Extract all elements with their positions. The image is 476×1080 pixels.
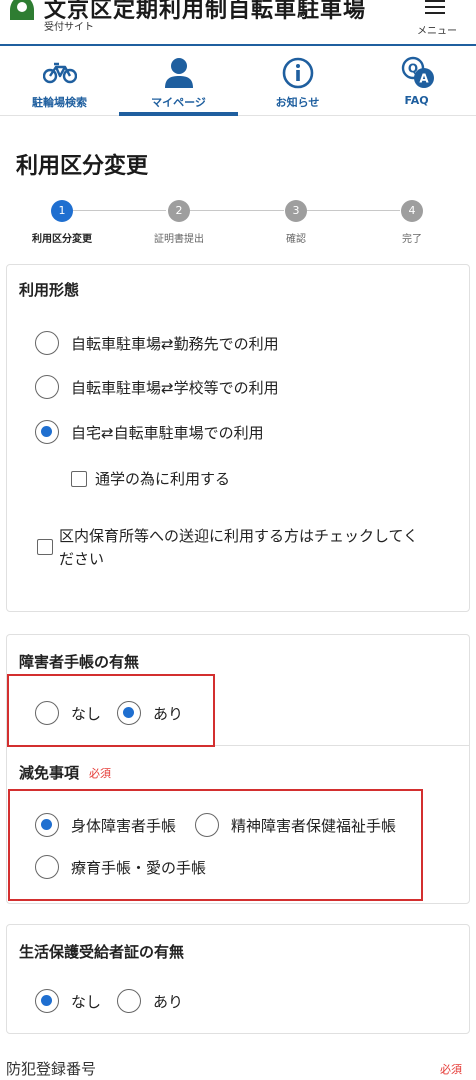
step-3-label: 確認 xyxy=(286,234,306,245)
faq-icon: Q A xyxy=(401,56,434,88)
site-header: 文京区定期利用制自転車駐車場 受付サイト メニュー xyxy=(0,0,476,46)
step-connector xyxy=(190,210,284,211)
step-connector xyxy=(307,210,400,211)
menu-button[interactable]: メニュー xyxy=(412,0,457,40)
usage-type-card: 利用形態 自転車駐車場⇄勤務先での利用 自転車駐車場⇄学校等での利用 自宅⇄自転… xyxy=(6,264,470,612)
checkbox[interactable] xyxy=(37,539,53,555)
welfare-card: 生活保護受給者証の有無 なし あり xyxy=(6,924,470,1034)
nursery-label-line1: 区内保育所等への送迎に利用する方はチェックしてく xyxy=(59,527,419,545)
welfare-option-none[interactable]: なし xyxy=(35,989,101,1013)
step-2-label: 証明書提出 xyxy=(154,234,204,245)
disability-title: 障害者手帳の有無 xyxy=(19,653,140,671)
menu-label: メニュー xyxy=(417,26,457,37)
step-connector xyxy=(73,210,166,211)
radio-button-selected[interactable] xyxy=(35,989,59,1013)
tab-label-faq: FAQ xyxy=(404,94,429,107)
bicycle-icon xyxy=(42,62,77,84)
svg-text:A: A xyxy=(419,72,429,86)
tab-parking-search[interactable]: 駐輪場検索 xyxy=(0,48,119,116)
required-badge: 必須 xyxy=(440,1063,462,1076)
welfare-option-label: あり xyxy=(153,992,184,1011)
exemption-title: 減免事項 xyxy=(19,764,80,782)
welfare-option-label: なし xyxy=(71,992,102,1011)
step-3-circle: 3 xyxy=(285,200,307,222)
usage-type-title: 利用形態 xyxy=(19,281,80,299)
nursery-label-line2: ださい xyxy=(59,550,105,568)
step-1-label: 利用区分変更 xyxy=(32,234,92,245)
tab-mypage[interactable]: マイページ xyxy=(119,48,238,116)
page-title: 利用区分変更 xyxy=(16,154,149,179)
tab-label-mypage: マイページ xyxy=(151,96,206,109)
tab-label-parking-search: 駐輪場検索 xyxy=(32,96,87,109)
usage-option-home[interactable]: 自宅⇄自転車駐車場での利用 xyxy=(35,420,264,444)
welfare-option-yes[interactable]: あり xyxy=(117,989,183,1013)
school-commute-label: 通学の為に利用する xyxy=(95,470,231,488)
radio-button-selected[interactable] xyxy=(35,420,59,444)
highlight-box-exemption xyxy=(8,789,423,901)
crime-prevention-title: 防犯登録番号 xyxy=(6,1060,97,1078)
exemption-title-row: 減免事項 必須 xyxy=(19,762,111,783)
radio-button[interactable] xyxy=(35,331,59,355)
school-commute-checkbox[interactable]: 通学の為に利用する xyxy=(71,468,230,489)
step-4-circle: 4 xyxy=(401,200,423,222)
user-icon xyxy=(164,58,193,88)
step-4-label: 完了 xyxy=(402,234,422,245)
info-icon xyxy=(282,57,313,89)
usage-option-label: 自転車駐車場⇄学校等での利用 xyxy=(71,378,279,397)
hamburger-menu-icon xyxy=(425,0,445,14)
step-2-circle: 2 xyxy=(168,200,190,222)
usage-option-label: 自転車駐車場⇄勤務先での利用 xyxy=(71,334,279,353)
tab-label-news: お知らせ xyxy=(275,96,320,109)
progress-stepper: 1 2 3 4 利用区分変更 証明書提出 確認 完了 xyxy=(0,198,476,248)
tab-faq[interactable]: Q A FAQ xyxy=(357,48,476,116)
checkbox[interactable] xyxy=(71,470,87,487)
site-subtitle: 受付サイト xyxy=(44,22,94,33)
welfare-title: 生活保護受給者証の有無 xyxy=(19,943,185,961)
radio-button[interactable] xyxy=(117,989,141,1013)
main-nav: 駐輪場検索 マイページ お知らせ Q A FAQ xyxy=(0,48,476,116)
usage-option-label: 自宅⇄自転車駐車場での利用 xyxy=(71,423,264,442)
step-1-circle: 1 xyxy=(51,200,73,222)
usage-option-school[interactable]: 自転車駐車場⇄学校等での利用 xyxy=(35,375,279,399)
highlight-box-disability xyxy=(7,674,215,747)
required-badge: 必須 xyxy=(89,766,112,780)
radio-button[interactable] xyxy=(35,375,59,399)
logo-icon xyxy=(10,0,34,20)
usage-option-work[interactable]: 自転車駐車場⇄勤務先での利用 xyxy=(35,331,279,355)
tab-news[interactable]: お知らせ xyxy=(238,48,357,116)
